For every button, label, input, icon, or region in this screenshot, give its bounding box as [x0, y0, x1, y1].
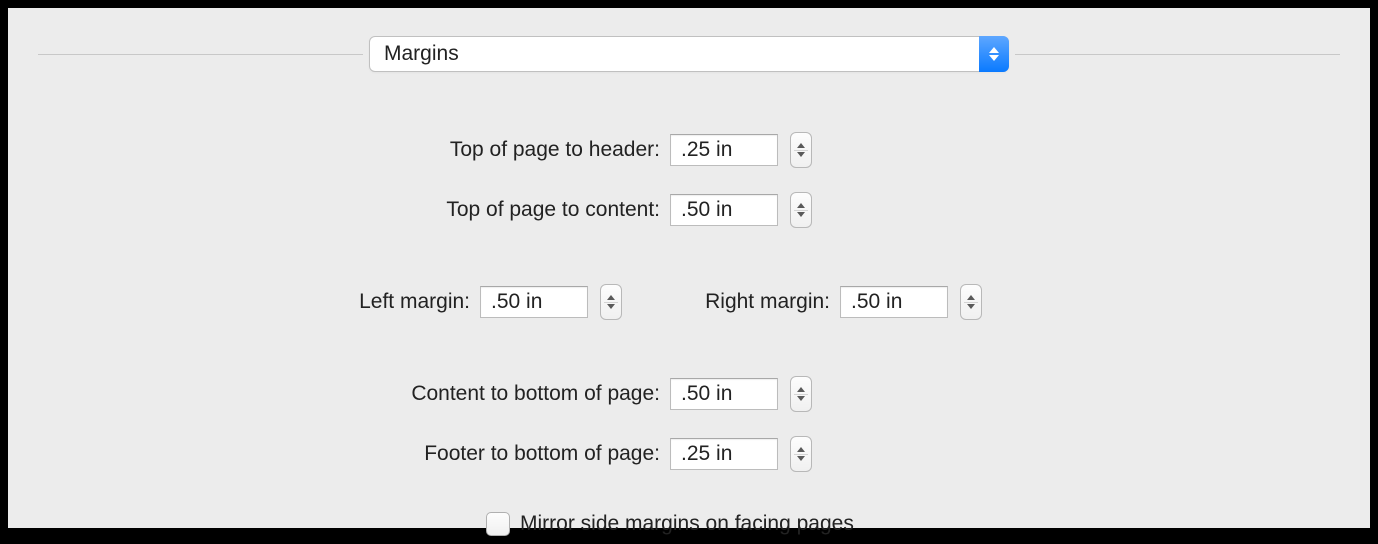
label-left-margin: Left margin:	[8, 290, 480, 314]
label-top-to-content: Top of page to content:	[8, 198, 670, 222]
chevron-down-icon	[797, 456, 805, 461]
divider-left	[38, 54, 363, 55]
section-dropdown[interactable]: Margins	[369, 36, 1009, 72]
divider-right	[1015, 54, 1340, 55]
margins-panel: Margins Top of page to header: Top of pa…	[8, 8, 1370, 528]
stepper-top-to-content[interactable]	[790, 192, 812, 228]
stepper-left-margin[interactable]	[600, 284, 622, 320]
chevron-up-icon	[797, 203, 805, 208]
margins-form: Top of page to header: Top of page to co…	[8, 72, 1370, 536]
input-content-to-bottom[interactable]	[670, 378, 778, 410]
row-left-right-margins: Left margin: Right margin:	[8, 284, 1370, 320]
chevron-down-icon	[797, 212, 805, 217]
stepper-top-to-header[interactable]	[790, 132, 812, 168]
stepper-footer-to-bottom[interactable]	[790, 436, 812, 472]
row-footer-to-bottom: Footer to bottom of page:	[8, 436, 1370, 472]
row-top-to-content: Top of page to content:	[8, 192, 1370, 228]
stepper-right-margin[interactable]	[960, 284, 982, 320]
label-top-to-header: Top of page to header:	[8, 138, 670, 162]
row-top-to-header: Top of page to header:	[8, 132, 1370, 168]
chevron-up-icon	[607, 295, 615, 300]
input-footer-to-bottom[interactable]	[670, 438, 778, 470]
stepper-content-to-bottom[interactable]	[790, 376, 812, 412]
chevron-up-icon	[967, 295, 975, 300]
row-mirror-margins: Mirror side margins on facing pages	[8, 512, 1370, 536]
label-mirror-margins: Mirror side margins on facing pages	[520, 512, 854, 536]
chevron-down-icon	[797, 152, 805, 157]
input-top-to-header[interactable]	[670, 134, 778, 166]
input-top-to-content[interactable]	[670, 194, 778, 226]
chevron-down-icon	[797, 396, 805, 401]
input-right-margin[interactable]	[840, 286, 948, 318]
chevron-up-icon	[797, 143, 805, 148]
up-down-caret-icon	[979, 36, 1009, 72]
label-content-to-bottom: Content to bottom of page:	[8, 382, 670, 406]
chevron-up-icon	[797, 447, 805, 452]
label-right-margin: Right margin:	[622, 290, 840, 314]
section-dropdown-label: Margins	[370, 42, 459, 66]
chevron-down-icon	[607, 304, 615, 309]
input-left-margin[interactable]	[480, 286, 588, 318]
checkbox-mirror-margins[interactable]	[486, 512, 510, 536]
chevron-down-icon	[967, 304, 975, 309]
section-header-row: Margins	[8, 36, 1370, 72]
row-content-to-bottom: Content to bottom of page:	[8, 376, 1370, 412]
label-footer-to-bottom: Footer to bottom of page:	[8, 442, 670, 466]
chevron-up-icon	[797, 387, 805, 392]
